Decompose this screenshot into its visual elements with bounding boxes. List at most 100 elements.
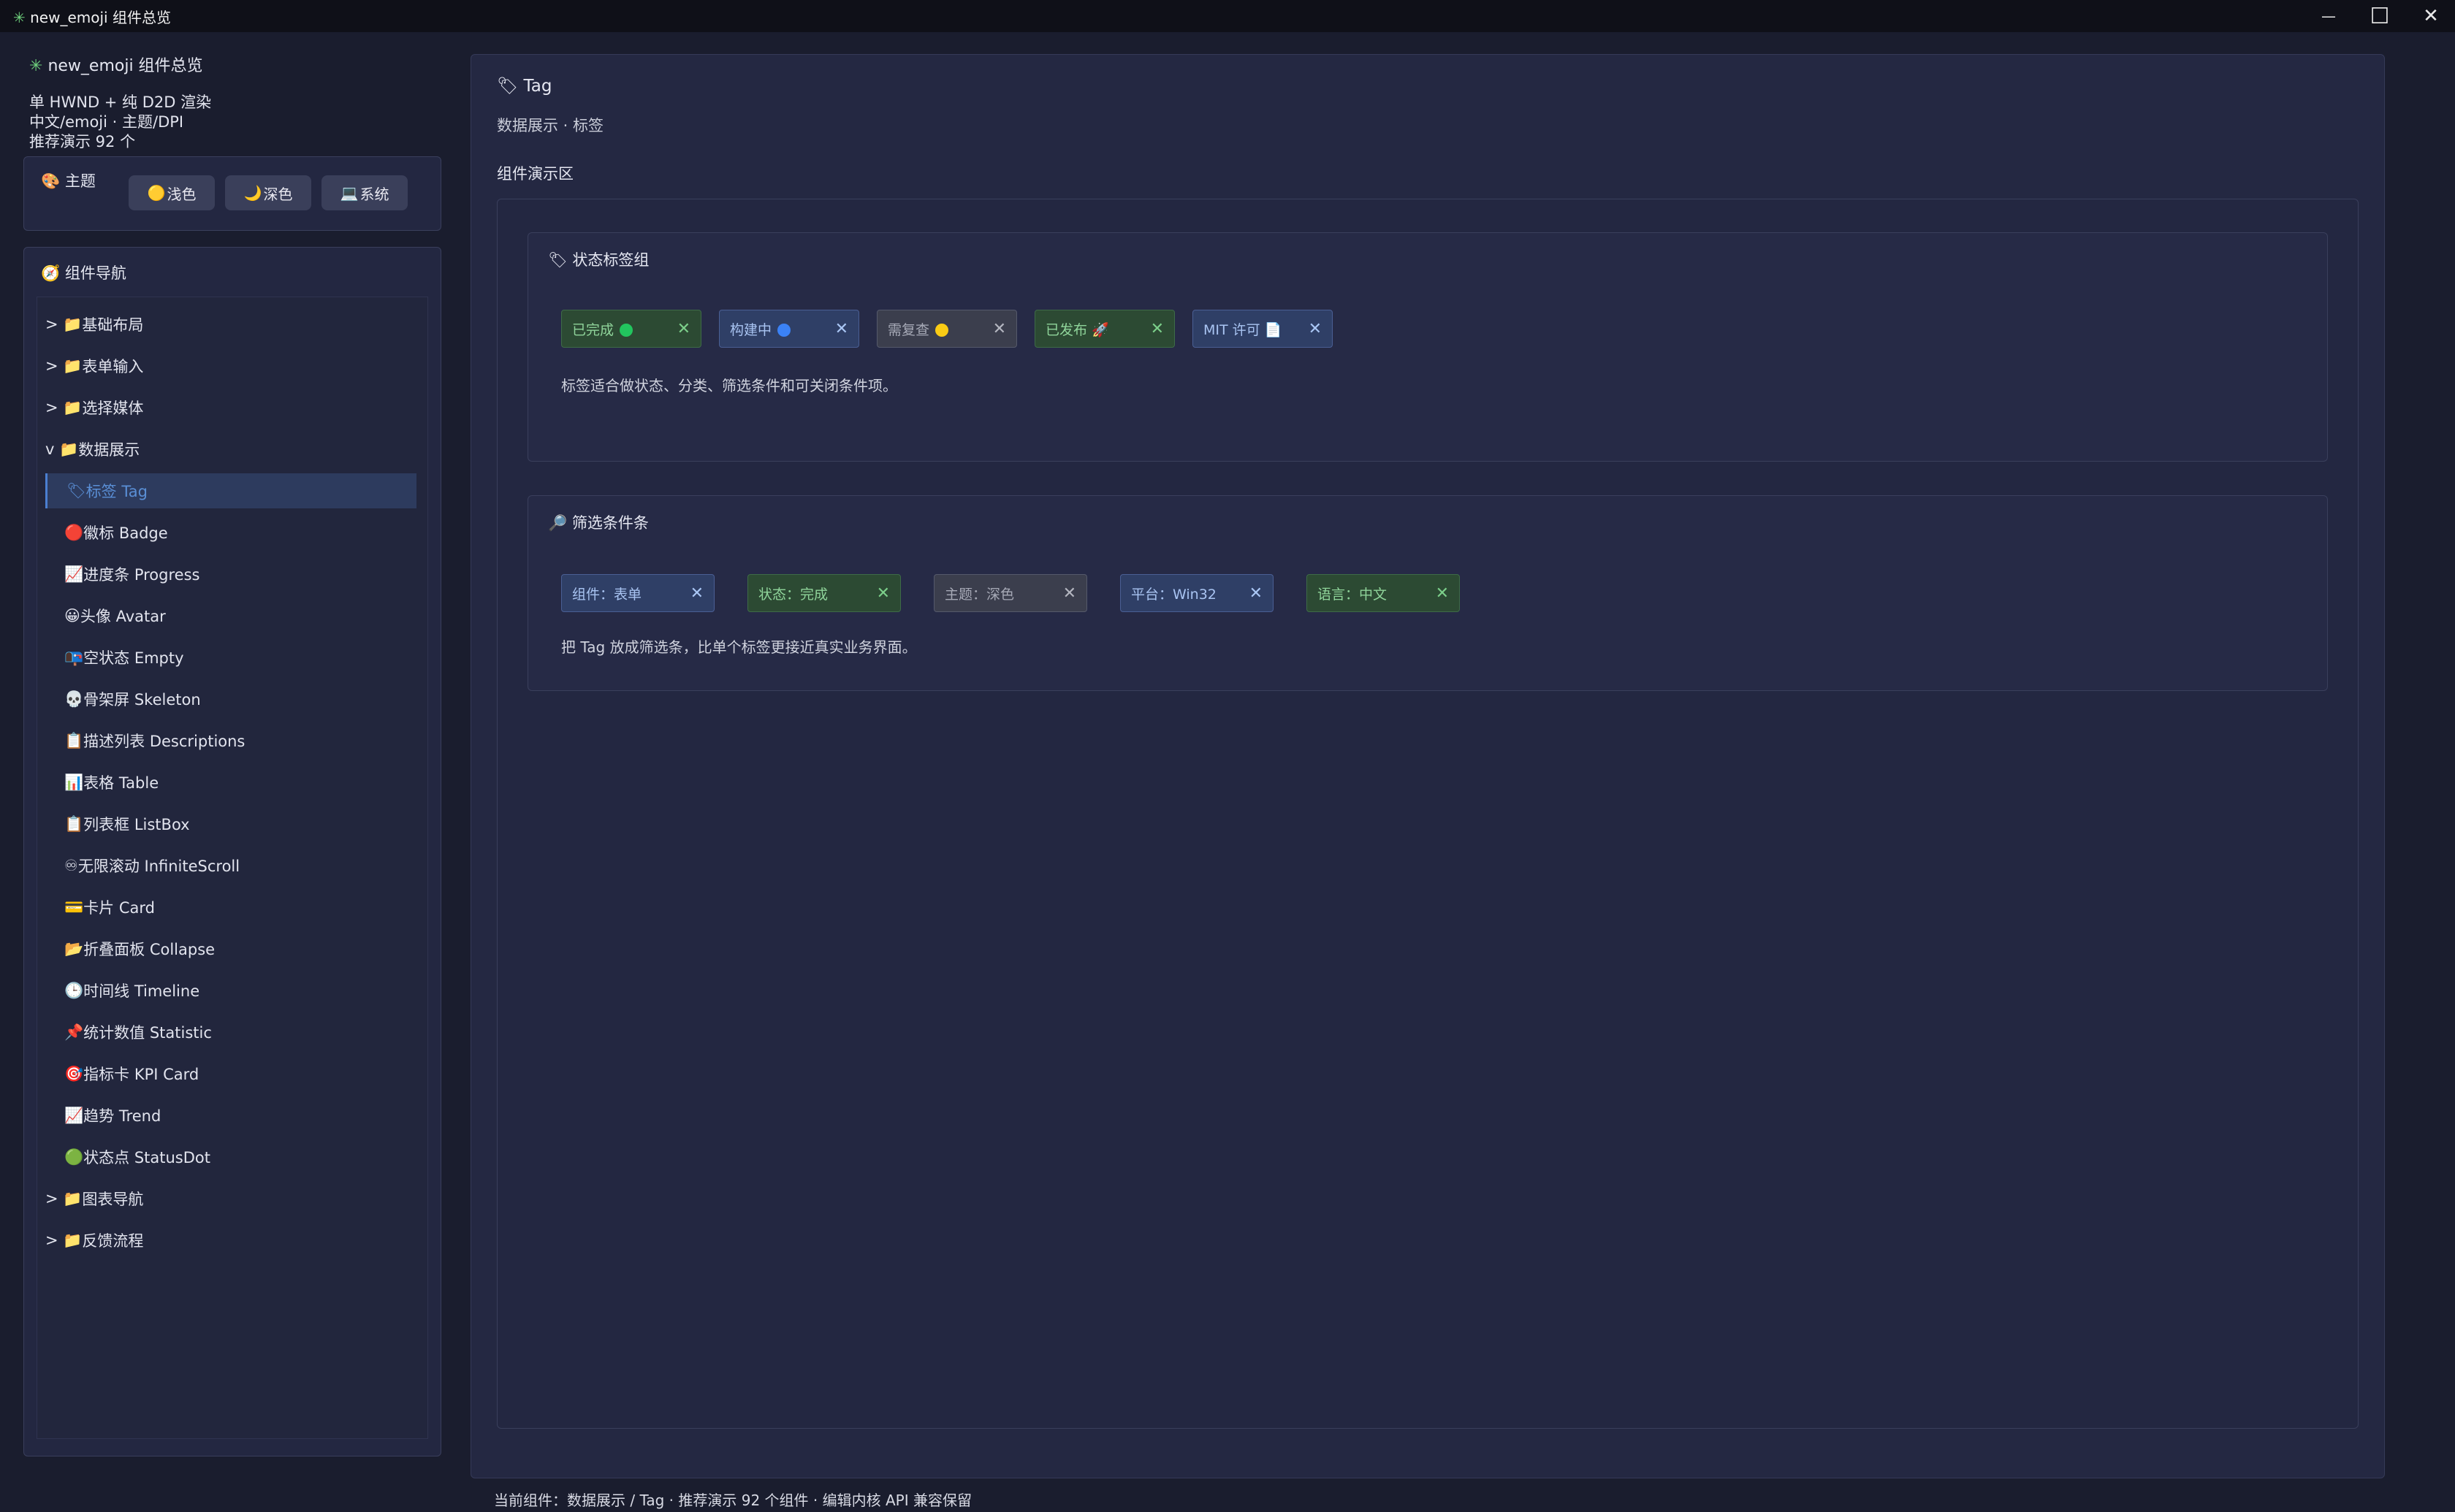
nav-item-label: 趋势 Trend [83, 1107, 161, 1125]
tag-close-icon[interactable]: ✕ [993, 320, 1006, 338]
nav-item-card[interactable]: 💳 卡片 Card [45, 890, 416, 925]
magnifier-icon: 🔎 [548, 514, 568, 532]
smiley-icon: 😀 [64, 607, 80, 625]
chart-up-icon: 📈 [64, 1106, 84, 1124]
info-line-renderer: 单 HWND + 纯 D2D 渲染 [29, 93, 212, 111]
folder-icon: > 📁 [45, 315, 83, 333]
nav-item-label: 状态点 StatusDot [83, 1149, 211, 1167]
tag-label: 构建中 [730, 321, 772, 338]
nav-item-label: 空状态 Empty [83, 649, 184, 667]
tag-label: 主题：深色 [945, 586, 1015, 603]
nav-group-feedback-flow[interactable]: > 📁 反馈流程 [45, 1223, 416, 1258]
nav-item-skeleton[interactable]: 💀 骨架屏 Skeleton [45, 681, 416, 717]
nav-item-status-dot[interactable]: 🟢 状态点 StatusDot [45, 1139, 416, 1175]
nav-item-infinite-scroll[interactable]: ♾ 无限滚动 InfiniteScroll [45, 848, 416, 883]
tag-label: MIT 许可 [1203, 321, 1260, 338]
filter-tag-platform[interactable]: 平台：Win32 ✕ [1120, 574, 1274, 612]
status-card-title-text: 状态标签组 [572, 251, 650, 269]
close-button[interactable]: ✕ [2405, 0, 2455, 32]
tag-close-icon[interactable]: ✕ [677, 320, 690, 338]
maximize-button[interactable]: ☐ [2354, 0, 2405, 32]
page-title: 🏷 Tag [497, 76, 552, 96]
folder-icon: > 📁 [45, 398, 83, 416]
nav-item-label: 统计数值 Statistic [83, 1024, 212, 1042]
nav-item-label: 表单输入 [82, 358, 144, 375]
nav-item-label: 时间线 Timeline [83, 982, 200, 1000]
app-title: ✳ new_emoji 组件总览 [29, 53, 203, 76]
nav-item-label: 描述列表 Descriptions [83, 733, 246, 750]
nav-item-timeline[interactable]: 🕒 时间线 Timeline [45, 973, 416, 1008]
status-bar: 当前组件：数据展示 / Tag · 推荐演示 92 个组件 · 编辑内核 API… [494, 1492, 972, 1509]
minimize-button[interactable]: — [2303, 0, 2354, 32]
nav-item-collapse[interactable]: 📂 折叠面板 Collapse [45, 931, 416, 966]
window-title-text: new_emoji 组件总览 [30, 9, 171, 26]
nav-item-label: 无限滚动 InfiniteScroll [77, 858, 240, 875]
nav-item-descriptions[interactable]: 📋 描述列表 Descriptions [45, 723, 416, 758]
nav-group-select-media[interactable]: > 📁 选择媒体 [45, 390, 416, 425]
nav-item-label: 指标卡 KPI Card [83, 1066, 199, 1083]
tag-close-icon[interactable]: ✕ [690, 584, 704, 603]
filter-card-description: 把 Tag 放成筛选条，比单个标签更接近真实业务界面。 [561, 638, 917, 656]
status-tag-building[interactable]: 构建中 ✕ [719, 310, 859, 348]
tag-close-icon[interactable]: ✕ [1309, 320, 1322, 338]
nav-item-tag[interactable]: 🏷 标签 Tag [45, 473, 416, 508]
nav-group-basic-layout[interactable]: > 📁 基础布局 [45, 307, 416, 342]
clock-icon: 🕒 [64, 981, 84, 999]
nav-item-label: 反馈流程 [82, 1232, 144, 1250]
theme-dark-button[interactable]: 🌙 深色 [225, 175, 311, 210]
tag-close-icon[interactable]: ✕ [877, 584, 890, 603]
nav-item-table[interactable]: 📊 表格 Table [45, 765, 416, 800]
status-card-description: 标签适合做状态、分类、筛选条件和可关闭条件项。 [561, 377, 897, 394]
filter-tag-status[interactable]: 状态：完成 ✕ [747, 574, 901, 612]
green-circle-icon: 🟢 [64, 1148, 84, 1166]
status-tag-license[interactable]: MIT 许可 📄 ✕ [1192, 310, 1333, 348]
tag-close-icon[interactable]: ✕ [1063, 584, 1076, 603]
tag-close-icon[interactable]: ✕ [1151, 320, 1164, 338]
nav-item-badge[interactable]: 🔴 徽标 Badge [45, 515, 416, 550]
window-titlebar [0, 0, 2455, 32]
filter-card-title: 🔎 筛选条件条 [548, 511, 649, 533]
tag-close-icon[interactable]: ✕ [1436, 584, 1449, 603]
status-tag-done[interactable]: 已完成 ✕ [561, 310, 701, 348]
bar-chart-icon: 📊 [64, 773, 84, 791]
status-tag-review[interactable]: 需复查 ✕ [877, 310, 1017, 348]
tag-icon: 🏷 [66, 481, 86, 500]
nav-item-label: 标签 Tag [85, 483, 148, 500]
app-sparkle-icon: ✳ [29, 57, 43, 75]
theme-light-button[interactable]: 🟡 浅色 [129, 175, 215, 210]
nav-group-data-display[interactable]: v 📁 数据展示 [45, 432, 416, 467]
compass-icon: 🧭 [41, 264, 61, 282]
tag-close-icon[interactable]: ✕ [835, 320, 848, 338]
nav-item-avatar[interactable]: 😀 头像 Avatar [45, 598, 416, 633]
tag-close-icon[interactable]: ✕ [1249, 584, 1263, 603]
nav-item-label: 徽标 Badge [83, 524, 168, 542]
mailbox-icon: 📭 [64, 648, 84, 666]
filter-tag-theme[interactable]: 主题：深色 ✕ [934, 574, 1087, 612]
tag-label: 平台：Win32 [1131, 586, 1217, 603]
nav-item-label: 图表导航 [82, 1191, 144, 1208]
theme-label-text: 主题 [64, 172, 96, 190]
chart-up-icon: 📈 [64, 565, 84, 583]
nav-item-kpi-card[interactable]: 🎯 指标卡 KPI Card [45, 1056, 416, 1091]
nav-item-label: 进度条 Progress [83, 566, 200, 584]
nav-group-form-input[interactable]: > 📁 表单输入 [45, 348, 416, 383]
tag-label: 已完成 [572, 321, 614, 338]
moon-icon: 🌙 [243, 184, 262, 202]
nav-group-chart-nav[interactable]: > 📁 图表导航 [45, 1181, 416, 1216]
filter-tag-component[interactable]: 组件：表单 ✕ [561, 574, 715, 612]
app-sparkle-icon: ✳ [13, 9, 26, 26]
nav-item-empty[interactable]: 📭 空状态 Empty [45, 640, 416, 675]
status-tag-released[interactable]: 已发布 🚀 ✕ [1035, 310, 1175, 348]
nav-item-progress[interactable]: 📈 进度条 Progress [45, 557, 416, 592]
theme-system-button[interactable]: 💻 系统 [321, 175, 408, 210]
theme-light-label: 浅色 [167, 185, 197, 203]
nav-item-statistic[interactable]: 📌 统计数值 Statistic [45, 1015, 416, 1050]
blue-circle-icon [777, 324, 791, 337]
window-title: ✳ new_emoji 组件总览 [13, 6, 171, 27]
tag-label: 组件：表单 [572, 586, 642, 603]
nav-item-trend[interactable]: 📈 趋势 Trend [45, 1098, 416, 1133]
nav-item-listbox[interactable]: 📋 列表框 ListBox [45, 806, 416, 841]
nav-item-label: 列表框 ListBox [83, 816, 190, 833]
light-theme-icon: 🟡 [147, 184, 166, 202]
filter-tag-language[interactable]: 语言：中文 ✕ [1306, 574, 1460, 612]
